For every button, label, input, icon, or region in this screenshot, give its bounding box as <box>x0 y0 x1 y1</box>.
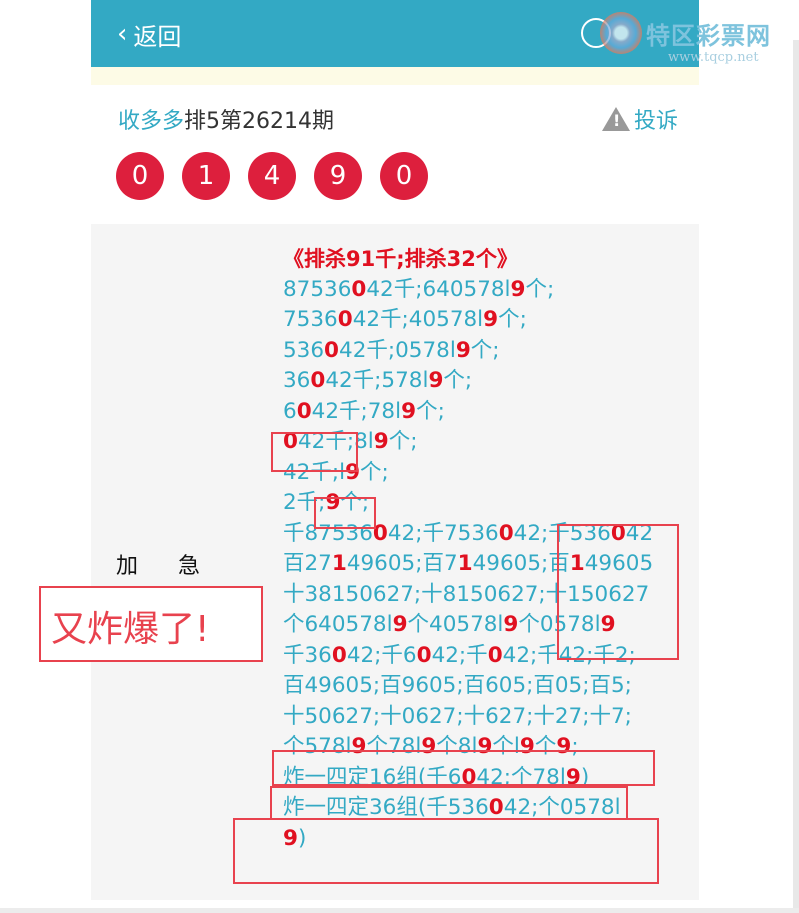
stamp-text: 又炸爆了! <box>51 609 210 650</box>
complain-button[interactable]: 投诉 <box>601 103 678 135</box>
highlight-digit: 9 <box>373 429 389 454</box>
line-text: 536 <box>283 337 325 363</box>
line-text: 个; <box>360 459 389 485</box>
result-ball: 1 <box>182 152 230 200</box>
line-text: 7536 <box>283 307 338 332</box>
warning-icon <box>601 107 630 131</box>
line-text: 42千;640578l <box>366 276 511 302</box>
result-ball: 0 <box>116 152 164 200</box>
highlight-digit: 9 <box>392 612 408 637</box>
highlight-box <box>233 818 659 884</box>
chevron-left-icon: ‹ <box>117 19 128 49</box>
highlight-digit: 0 <box>324 337 340 363</box>
prediction-line: 7536042千;40578l9个; <box>283 305 683 336</box>
highlight-box <box>270 786 628 820</box>
result-ball: 4 <box>248 152 296 200</box>
prediction-line: 6042千;78l9个; <box>283 397 683 428</box>
line-text: 个; <box>388 429 418 454</box>
line-text: 87536 <box>283 276 352 302</box>
highlight-digit: 0 <box>331 642 347 668</box>
prediction-line: 36042千;578l9个; <box>283 366 683 397</box>
highlight-digit: 0 <box>351 276 367 302</box>
line-text: 个; <box>416 398 445 424</box>
page-title: 收多多排5第26214期 <box>118 103 334 135</box>
highlight-digit: 1 <box>457 551 473 576</box>
highlight-box <box>314 497 376 529</box>
result-balls: 0 1 4 9 0 <box>116 152 428 200</box>
prediction-line: 百49605;百9605;百605;百05;百5; <box>283 671 683 702</box>
highlight-digit: 0 <box>310 368 326 393</box>
prediction-line: 87536042千;640578l9个; <box>283 275 683 306</box>
back-label: 返回 <box>133 22 182 51</box>
prediction-line: 536042千;0578l9个; <box>283 336 683 367</box>
highlight-box <box>557 524 679 660</box>
highlight-digit: 0 <box>337 307 353 332</box>
logo-emblem-icon <box>600 12 642 54</box>
watermark-logo: 特区彩票网 www.tqcp.net <box>600 6 799 72</box>
highlight-digit: 9 <box>428 368 444 393</box>
highlight-digit: 9 <box>401 398 417 424</box>
line-text: 个; <box>498 307 527 332</box>
line-text: 49605;百7 <box>346 551 458 576</box>
line-text: 千36 <box>283 642 332 668</box>
highlight-digit: 0 <box>416 642 432 668</box>
line-text: 36 <box>283 368 311 393</box>
bottom-divider <box>0 908 799 913</box>
watermark-url: www.tqcp.net <box>668 50 759 65</box>
line-text: 个; <box>470 337 500 363</box>
headline: 《排杀91千;排杀32个》 <box>283 247 518 271</box>
line-text: 十50627;十0627;十627;十27;十7; <box>283 703 632 729</box>
result-ball: 0 <box>380 152 428 200</box>
highlight-digit: 0 <box>296 398 312 424</box>
row-label: 加急 <box>116 554 241 579</box>
line-text: 42千;78l <box>311 398 402 424</box>
line-text: 个; <box>525 276 555 302</box>
complain-label: 投诉 <box>633 109 678 134</box>
highlight-digit: 0 <box>487 642 503 668</box>
annotation-stamp: 又炸爆了! <box>39 586 263 662</box>
line-text: 42千;0578l <box>339 337 456 363</box>
line-text: 42;千 <box>431 642 488 668</box>
watermark-name: 特区彩票网 <box>646 22 771 50</box>
line-text: 6 <box>283 398 297 424</box>
line-text: 个40578l <box>407 612 504 637</box>
prediction-line: 十50627;十0627;十627;十27;十7; <box>283 702 683 733</box>
line-text: 个640578l <box>283 612 393 637</box>
line-text: 百27 <box>283 551 332 576</box>
author-nickname[interactable]: 收多多 <box>118 109 184 134</box>
line-text: 42千;578l <box>325 368 429 393</box>
highlight-digit: 1 <box>331 551 347 576</box>
highlight-digit: 9 <box>503 612 519 637</box>
line-text: 42;千6 <box>346 642 417 668</box>
scrollbar[interactable] <box>793 40 799 913</box>
line-text: 42;千7536 <box>387 520 499 546</box>
issue-title: 排5第26214期 <box>184 109 334 134</box>
highlight-digit: 9 <box>455 337 471 363</box>
highlight-digit: 0 <box>498 520 514 546</box>
highlight-digit: 9 <box>483 307 499 332</box>
line-text: 49605;百 <box>472 551 570 576</box>
result-ball: 9 <box>314 152 362 200</box>
title-row: 收多多排5第26214期 投诉 <box>118 103 678 137</box>
highlight-box <box>272 750 655 786</box>
line-text: 个; <box>443 368 473 393</box>
highlight-digit: 9 <box>510 276 526 302</box>
line-text: 百49605;百9605;百605;百05;百5; <box>283 673 632 698</box>
back-button[interactable]: ‹ 返回 <box>117 16 181 52</box>
highlight-box <box>271 432 358 472</box>
line-text: 42千;40578l <box>352 307 484 332</box>
